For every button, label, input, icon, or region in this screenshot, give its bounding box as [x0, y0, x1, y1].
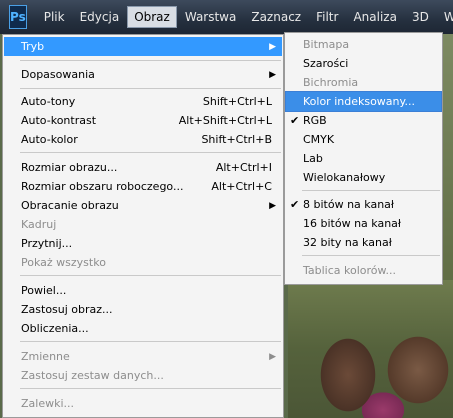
menu-item-przytnij[interactable]: Przytnij... [4, 234, 282, 253]
menu-widok[interactable]: Wido [437, 6, 453, 28]
submenu-item-kolor-indeksowany[interactable]: Kolor indeksowany... [285, 91, 442, 112]
menu-item-zmienne[interactable]: Zmienne ▶ [4, 347, 282, 366]
menu-separator [20, 88, 281, 89]
submenu-arrow-icon: ▶ [269, 200, 276, 211]
menu-item-label: Tryb [21, 40, 45, 53]
menu-item-zalewki[interactable]: Zalewki... [4, 394, 282, 413]
submenu-item-wielokanalowy[interactable]: Wielokanałowy [286, 168, 441, 187]
shortcut-label: Shift+Ctrl+L [202, 95, 272, 108]
menu-item-obliczenia[interactable]: Obliczenia... [4, 319, 282, 338]
menu-item-label: Przytnij... [21, 237, 73, 250]
shortcut-label: Alt+Ctrl+I [215, 161, 272, 174]
menu-item-dopasowania[interactable]: Dopasowania ▶ [4, 65, 282, 84]
submenu-item-label: 8 bitów na kanał [303, 198, 395, 211]
menu-plik[interactable]: Plik [37, 6, 72, 28]
submenu-separator [302, 190, 440, 191]
submenu-arrow-icon: ▶ [269, 41, 276, 52]
submenu-item-8-bit[interactable]: ✔ 8 bitów na kanał [286, 195, 441, 214]
menu-3d[interactable]: 3D [405, 6, 436, 28]
submenu-arrow-icon: ▶ [269, 69, 276, 80]
menu-item-powiel[interactable]: Powiel... [4, 281, 282, 300]
submenu-item-label: Wielokanałowy [303, 171, 386, 184]
menu-item-label: Rozmiar obrazu... [21, 161, 118, 174]
menu-item-kadruj[interactable]: Kadruj [4, 215, 282, 234]
menu-item-label: Auto-tony [21, 95, 76, 108]
submenu-item-label: RGB [303, 114, 327, 127]
menu-item-label: Kadruj [21, 218, 57, 231]
menu-filtr[interactable]: Filtr [309, 6, 345, 28]
submenu-item-label: Tablica kolorów... [303, 264, 397, 277]
photoshop-logo: Ps [9, 5, 27, 29]
menu-item-zastosuj-obraz[interactable]: Zastosuj obraz... [4, 300, 282, 319]
menu-zaznacz[interactable]: Zaznacz [244, 6, 308, 28]
submenu-item-lab[interactable]: Lab [286, 149, 441, 168]
menu-item-label: Zmienne [21, 350, 70, 363]
menu-item-pokaz-wszystko[interactable]: Pokaż wszystko [4, 253, 282, 272]
submenu-item-label: Kolor indeksowany... [303, 95, 415, 108]
menu-item-label: Obracanie obrazu [21, 199, 119, 212]
menu-item-label: Dopasowania [21, 68, 95, 81]
menu-separator [20, 275, 281, 276]
menu-item-obracanie[interactable]: Obracanie obrazu ▶ [4, 196, 282, 215]
menu-separator [20, 341, 281, 342]
submenu-item-tablica-kolorow[interactable]: Tablica kolorów... [286, 261, 441, 280]
menu-item-zastosuj-zestaw[interactable]: Zastosuj zestaw danych... [4, 366, 282, 385]
canvas-photo [288, 280, 453, 418]
menu-item-label: Rozmiar obszaru roboczego... [21, 180, 184, 193]
submenu-item-label: 16 bitów na kanał [303, 217, 402, 230]
menu-item-label: Zalewki... [21, 397, 75, 410]
menu-item-auto-tony[interactable]: Auto-tony Shift+Ctrl+L [4, 92, 282, 111]
tryb-submenu: Bitmapa Szarości Bichromia Kolor indekso… [284, 32, 443, 285]
menu-separator [20, 152, 281, 153]
shortcut-label: Alt+Ctrl+C [211, 180, 272, 193]
menu-separator [20, 388, 281, 389]
menu-obraz[interactable]: Obraz [127, 6, 177, 28]
submenu-arrow-icon: ▶ [269, 351, 276, 362]
menu-item-label: Obliczenia... [21, 322, 89, 335]
menu-item-auto-kolor[interactable]: Auto-kolor Shift+Ctrl+B [4, 130, 282, 149]
submenu-item-label: Szarości [303, 57, 349, 70]
obraz-menu: Tryb ▶ Dopasowania ▶ Auto-tony Shift+Ctr… [2, 34, 284, 418]
submenu-item-bitmapa[interactable]: Bitmapa [286, 35, 441, 54]
submenu-item-label: 32 bity na kanał [303, 236, 392, 249]
submenu-item-label: Lab [303, 152, 323, 165]
submenu-item-bichromia[interactable]: Bichromia [286, 73, 441, 92]
submenu-item-szarosci[interactable]: Szarości [286, 54, 441, 73]
submenu-item-16-bit[interactable]: 16 bitów na kanał [286, 214, 441, 233]
menu-item-label: Zastosuj obraz... [21, 303, 113, 316]
shortcut-label: Alt+Shift+Ctrl+L [178, 114, 272, 127]
menu-item-auto-kontrast[interactable]: Auto-kontrast Alt+Shift+Ctrl+L [4, 111, 282, 130]
menu-item-rozmiar-obrazu[interactable]: Rozmiar obrazu... Alt+Ctrl+I [4, 158, 282, 177]
submenu-item-label: Bichromia [303, 76, 359, 89]
menu-edycja[interactable]: Edycja [73, 6, 127, 28]
menu-item-label: Zastosuj zestaw danych... [21, 369, 164, 382]
menu-item-rozmiar-obszaru[interactable]: Rozmiar obszaru roboczego... Alt+Ctrl+C [4, 177, 282, 196]
menu-item-label: Pokaż wszystko [21, 256, 106, 269]
menu-analiza[interactable]: Analiza [346, 6, 404, 28]
submenu-item-cmyk[interactable]: CMYK [286, 130, 441, 149]
menu-item-tryb[interactable]: Tryb ▶ [4, 37, 282, 56]
shortcut-label: Shift+Ctrl+B [201, 133, 272, 146]
check-icon: ✔ [290, 198, 300, 211]
menu-bar: Ps Plik Edycja Obraz Warstwa Zaznacz Fil… [0, 0, 453, 34]
submenu-item-rgb[interactable]: ✔ RGB [286, 111, 441, 130]
menu-item-label: Powiel... [21, 284, 67, 297]
submenu-item-label: CMYK [303, 133, 335, 146]
menu-separator [20, 60, 281, 61]
menu-item-label: Auto-kolor [21, 133, 78, 146]
menu-item-label: Auto-kontrast [21, 114, 97, 127]
submenu-item-label: Bitmapa [303, 38, 350, 51]
submenu-item-32-bit[interactable]: 32 bity na kanał [286, 233, 441, 252]
check-icon: ✔ [290, 114, 300, 127]
menu-warstwa[interactable]: Warstwa [178, 6, 244, 28]
submenu-separator [302, 255, 440, 256]
